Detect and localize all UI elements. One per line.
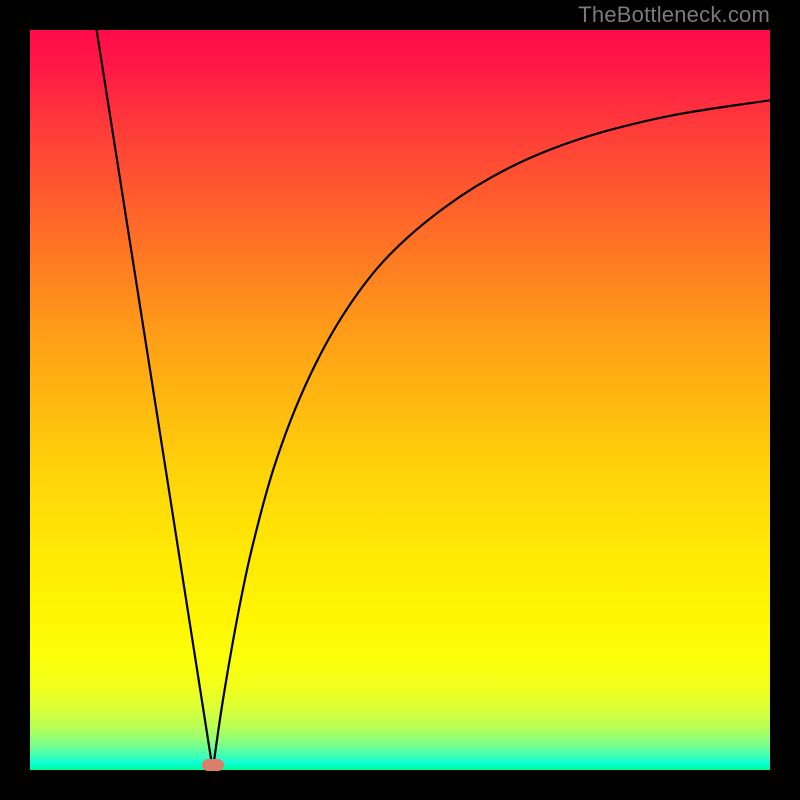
curve-svg: [30, 30, 770, 770]
watermark-label: TheBottleneck.com: [578, 2, 770, 28]
plot-area: [30, 30, 770, 770]
chart-frame: TheBottleneck.com: [0, 0, 800, 800]
minimum-marker: [202, 759, 224, 771]
bottleneck-curve: [97, 30, 770, 770]
